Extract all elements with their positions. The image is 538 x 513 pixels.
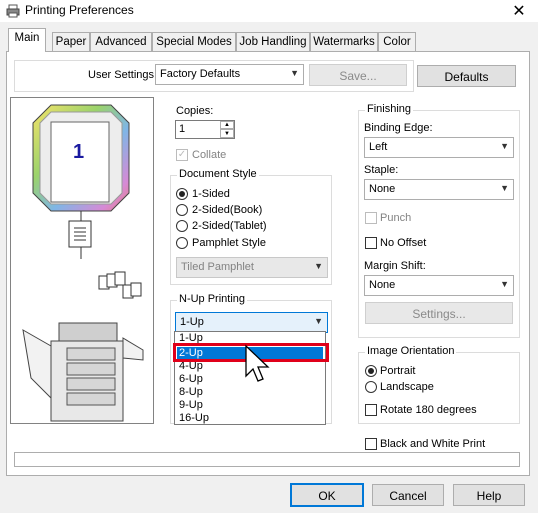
chevron-down-icon: ▼ — [290, 68, 299, 78]
finishing-settings-button[interactable]: Settings... — [365, 302, 513, 324]
mouse-cursor-icon — [245, 344, 270, 382]
cancel-button[interactable]: Cancel — [372, 484, 444, 506]
tab-advanced[interactable]: Advanced — [90, 32, 152, 51]
binding-edge-value: Left — [369, 141, 388, 153]
preview-page-number: 1 — [73, 141, 85, 163]
rotate-180-label: Rotate 180 degrees — [380, 404, 477, 416]
nup-select[interactable]: 1-Up ▼ — [175, 312, 328, 333]
radio-1-sided[interactable] — [176, 188, 188, 200]
status-strip — [14, 452, 520, 467]
window-title: Printing Preferences — [25, 3, 134, 17]
portrait-label: Portrait — [380, 365, 416, 377]
finishing-title: Finishing — [365, 103, 414, 115]
pamphlet-value: Tiled Pamphlet — [181, 261, 254, 273]
margin-shift-select[interactable]: None ▼ — [364, 275, 514, 296]
tab-special-modes[interactable]: Special Modes — [152, 32, 236, 51]
staple-value: None — [369, 183, 396, 195]
chevron-down-icon: ▼ — [500, 141, 509, 151]
radio-portrait[interactable] — [365, 365, 377, 377]
punch-label: Punch — [380, 212, 412, 224]
no-offset-checkbox[interactable] — [365, 237, 377, 249]
close-icon[interactable]: ✕ — [508, 1, 530, 21]
defaults-button[interactable]: Defaults — [417, 65, 516, 87]
punch-checkbox[interactable] — [365, 212, 377, 224]
no-offset-label: No Offset — [380, 237, 427, 249]
tab-watermarks[interactable]: Watermarks — [310, 32, 378, 51]
margin-shift-value: None — [369, 279, 396, 291]
nup-value: 1-Up — [180, 316, 204, 328]
user-settings-value: Factory Defaults — [160, 68, 241, 80]
pamphlet-select[interactable]: Tiled Pamphlet ▼ — [176, 257, 328, 278]
list-item[interactable]: 9-Up — [177, 399, 323, 412]
tab-main[interactable]: Main — [8, 28, 46, 52]
printer-icon — [6, 4, 20, 18]
list-item[interactable]: 8-Up — [177, 386, 323, 399]
ok-button[interactable]: OK — [290, 483, 364, 507]
option-2-sided-book-label: 2-Sided(Book) — [192, 204, 263, 216]
title-bar: Printing Preferences ✕ — [0, 0, 538, 22]
radio-landscape[interactable] — [365, 381, 377, 393]
staple-select[interactable]: None ▼ — [364, 179, 514, 200]
user-settings-label: User Settings: — [88, 69, 158, 81]
landscape-label: Landscape — [380, 381, 434, 393]
collate-checkbox[interactable]: ✓ — [176, 149, 188, 161]
option-2-sided-tablet-label: 2-Sided(Tablet) — [192, 220, 267, 232]
tab-job-handling[interactable]: Job Handling — [236, 32, 310, 51]
list-item[interactable]: 16-Up — [177, 412, 323, 425]
option-pamphlet-style-label: Pamphlet Style — [192, 237, 266, 249]
black-white-checkbox[interactable] — [365, 438, 377, 450]
option-1-sided-label: 1-Sided — [192, 188, 230, 200]
chevron-down-icon: ▼ — [500, 279, 509, 289]
margin-shift-label: Margin Shift: — [364, 260, 426, 272]
binding-edge-label: Binding Edge: — [364, 122, 433, 134]
chevron-down-icon: ▼ — [500, 183, 509, 193]
nup-title: N-Up Printing — [177, 293, 248, 305]
help-button[interactable]: Help — [453, 484, 525, 506]
rotate-180-checkbox[interactable] — [365, 404, 377, 416]
collate-label: Collate — [192, 149, 227, 161]
image-orientation-title: Image Orientation — [365, 345, 457, 357]
tab-color[interactable]: Color — [378, 32, 416, 51]
binding-edge-select[interactable]: Left ▼ — [364, 137, 514, 158]
user-settings-select[interactable]: Factory Defaults ▼ — [155, 64, 304, 85]
copies-value: 1 — [179, 123, 186, 135]
radio-pamphlet-style[interactable] — [176, 237, 188, 249]
staple-label: Staple: — [364, 164, 399, 176]
save-button[interactable]: Save... — [309, 64, 407, 86]
tab-paper[interactable]: Paper — [52, 32, 90, 51]
copies-spinner[interactable]: 1 ▲ ▼ — [175, 120, 235, 139]
document-style-title: Document Style — [177, 168, 259, 180]
spin-up-icon[interactable]: ▲ — [220, 121, 234, 129]
copies-label: Copies: — [176, 105, 214, 117]
radio-2-sided-tablet[interactable] — [176, 220, 188, 232]
radio-2-sided-book[interactable] — [176, 204, 188, 216]
black-white-label: Black and White Print — [380, 438, 486, 450]
spin-down-icon[interactable]: ▼ — [220, 129, 234, 138]
chevron-down-icon: ▼ — [314, 261, 323, 271]
chevron-down-icon: ▼ — [314, 316, 323, 326]
